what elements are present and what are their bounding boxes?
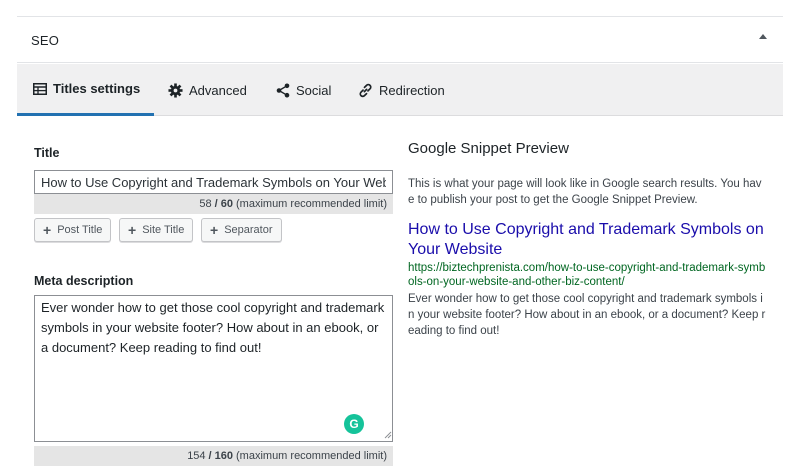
table-icon [33,82,47,95]
separator-button[interactable]: + Separator [201,218,282,242]
title-limit: / 60 [214,198,234,210]
tab-label: Social [296,82,332,98]
description-limit-note: (maximum recommended limit) [236,450,387,462]
meta-description-label: Meta description [34,274,134,288]
gear-icon [168,82,183,98]
preview-heading: Google Snippet Preview [408,140,569,157]
tab-bar: Titles settings Advanced Social Redirect… [17,64,783,116]
resize-handle-icon[interactable] [384,431,392,439]
title-limit-note: (maximum recommended limit) [236,198,387,210]
share-icon [276,83,290,97]
tab-label: Advanced [189,82,247,98]
site-title-button[interactable]: + Site Title [119,218,194,242]
title-input[interactable] [34,170,393,194]
meta-description-counter: 154 / 160 (maximum recommended limit) [34,446,393,466]
title-counter: 58 / 60 (maximum recommended limit) [34,194,393,214]
description-count: 154 [187,450,206,462]
post-title-button[interactable]: + Post Title [34,218,112,242]
button-label: Post Title [57,224,103,236]
tab-social[interactable]: Social [276,64,331,116]
link-icon [359,83,372,97]
title-label: Title [34,146,60,160]
tab-label: Titles settings [53,81,141,96]
panel-title: SEO [31,33,60,48]
title-count: 58 [199,198,212,210]
tab-advanced[interactable]: Advanced [168,64,247,116]
plus-icon: + [43,222,52,238]
button-label: Site Title [142,224,185,236]
tab-label: Redirection [379,82,445,98]
snippet-description: Ever wonder how to get those cool copyri… [408,293,766,337]
tab-redirection[interactable]: Redirection [358,64,445,116]
snippet-title-link[interactable]: How to Use Copyright and Trademark Symbo… [408,220,766,260]
preview-note: This is what your page will look like in… [408,178,762,206]
plus-icon: + [128,222,137,238]
left-column: Title 58 / 60 (maximum recommended limit… [34,146,394,466]
tab-titles-settings[interactable]: Titles settings [17,64,155,116]
description-limit: / 160 [208,450,234,462]
snippet-preview-column: Google Snippet Preview This is what your… [408,140,768,337]
snippet-url: https://biztechprenista.com/how-to-use-c… [408,262,766,288]
meta-description-textarea[interactable]: Ever wonder how to get those cool copyri… [34,295,393,442]
panel-header[interactable]: SEO [17,17,783,63]
button-label: Separator [224,224,273,236]
grammarly-icon[interactable]: G [344,414,364,434]
triangle-up-icon[interactable] [759,34,767,39]
plus-icon: + [210,222,219,238]
